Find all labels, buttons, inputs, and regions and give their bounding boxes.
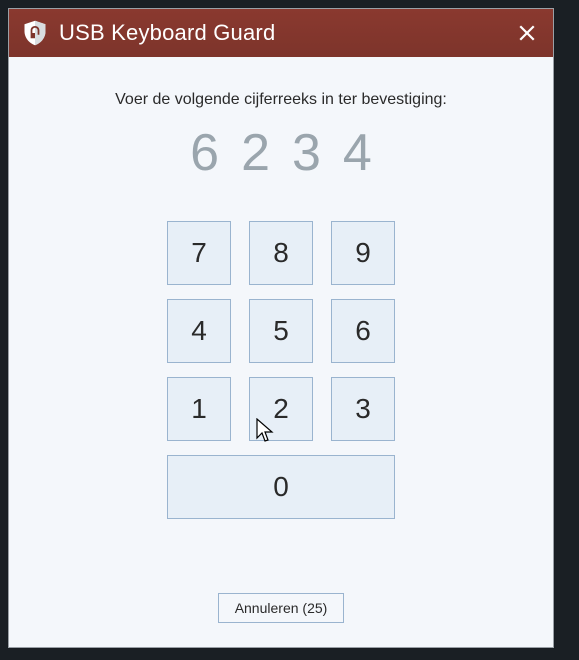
instruction-text: Voer de volgende cijferreeks in ter beve… [115,91,447,109]
keypad-key-7[interactable]: 7 [167,221,231,285]
cancel-button[interactable]: Annuleren (25) [218,593,345,623]
keypad-key-8[interactable]: 8 [249,221,313,285]
keypad-key-2[interactable]: 2 [249,377,313,441]
keypad-key-1[interactable]: 1 [167,377,231,441]
dialog-body: Voer de volgende cijferreeks in ter beve… [9,57,553,593]
numeric-keypad: 7 8 9 4 5 6 1 2 3 0 [167,221,395,519]
dialog-footer: Annuleren (25) [9,593,553,647]
keypad-key-6[interactable]: 6 [331,299,395,363]
code-digit: 2 [241,127,270,179]
keypad-key-3[interactable]: 3 [331,377,395,441]
close-icon [518,24,536,42]
shield-icon [21,19,49,47]
confirmation-code: 6 2 3 4 [190,127,372,179]
usb-keyboard-guard-dialog: USB Keyboard Guard Voer de volgende cijf… [8,8,554,648]
keypad-key-5[interactable]: 5 [249,299,313,363]
keypad-key-4[interactable]: 4 [167,299,231,363]
titlebar: USB Keyboard Guard [9,9,553,57]
code-digit: 3 [292,127,321,179]
keypad-key-9[interactable]: 9 [331,221,395,285]
keypad-key-0[interactable]: 0 [167,455,395,519]
app-title: USB Keyboard Guard [59,20,511,46]
code-digit: 4 [343,127,372,179]
close-button[interactable] [511,17,543,49]
code-digit: 6 [190,127,219,179]
